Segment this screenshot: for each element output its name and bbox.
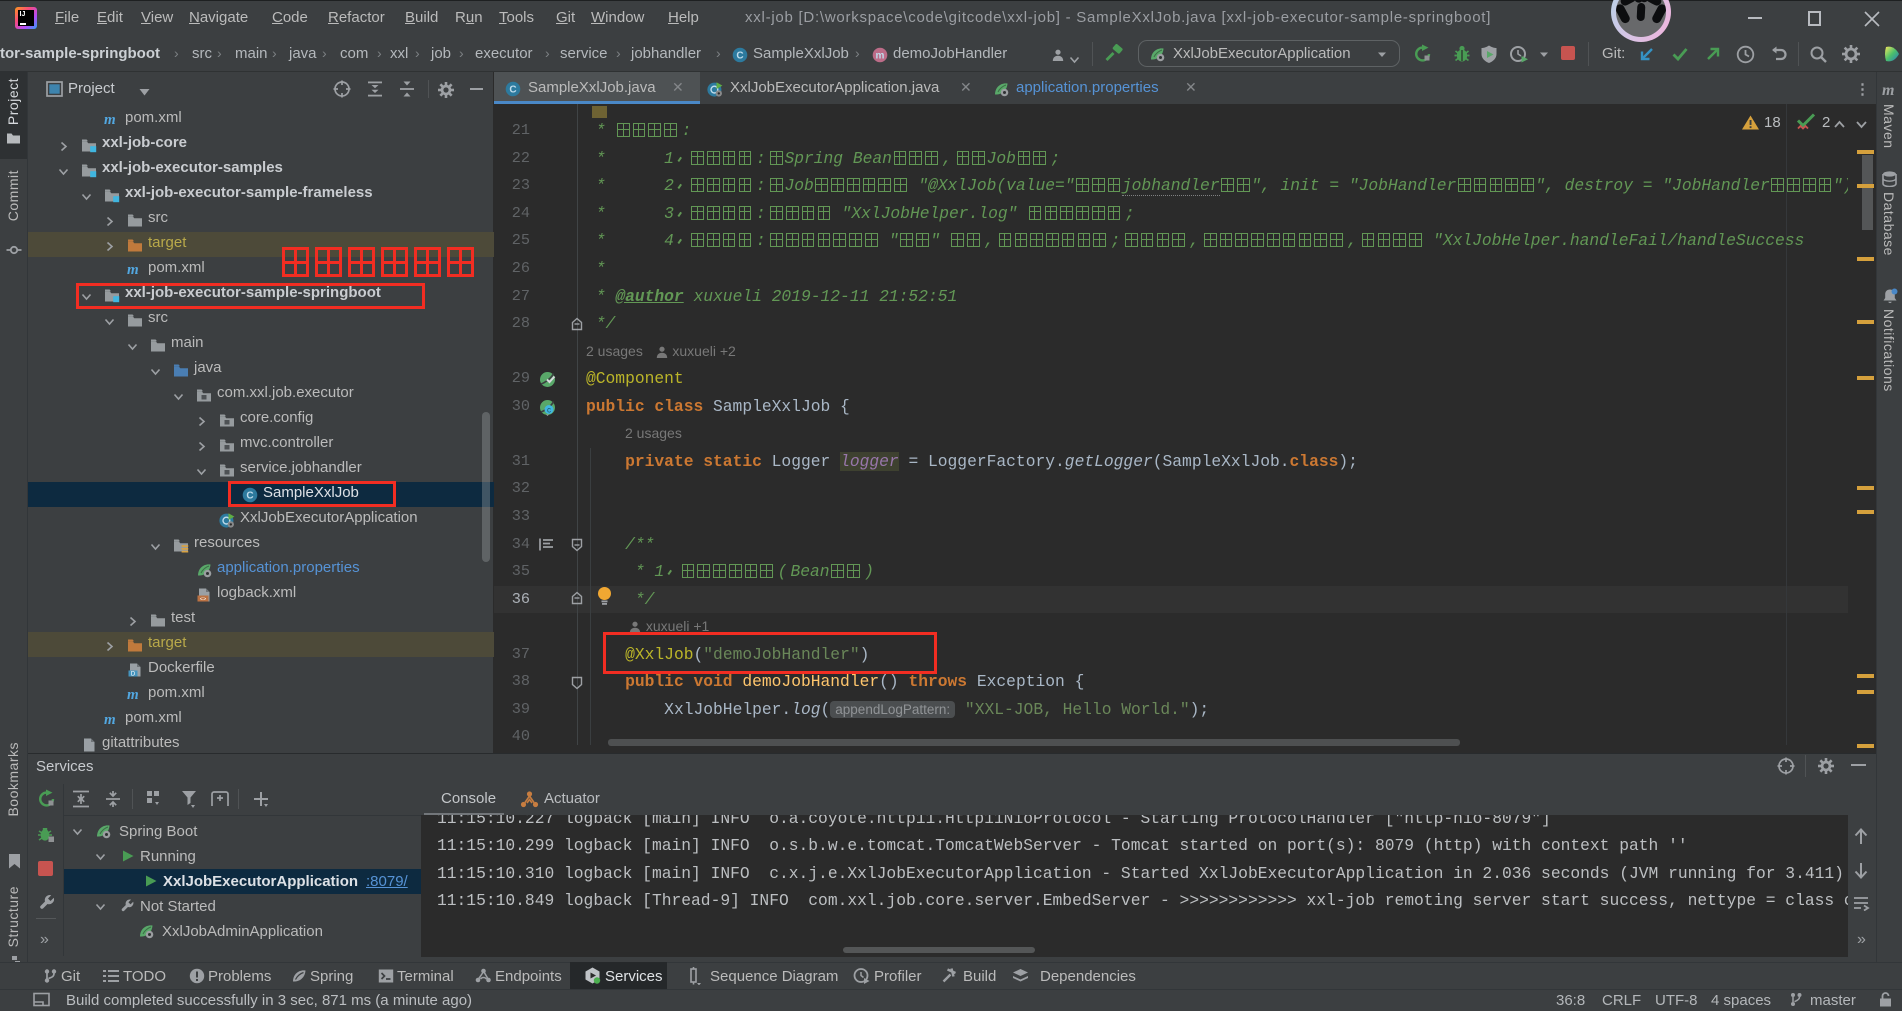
svg-text:C: C — [736, 50, 743, 61]
svg-text:C: C — [509, 84, 516, 95]
svg-text:D: D — [131, 671, 136, 677]
svg-text:c: c — [547, 406, 551, 415]
svg-text:m: m — [876, 50, 885, 61]
svg-text:<>: <> — [200, 595, 207, 602]
